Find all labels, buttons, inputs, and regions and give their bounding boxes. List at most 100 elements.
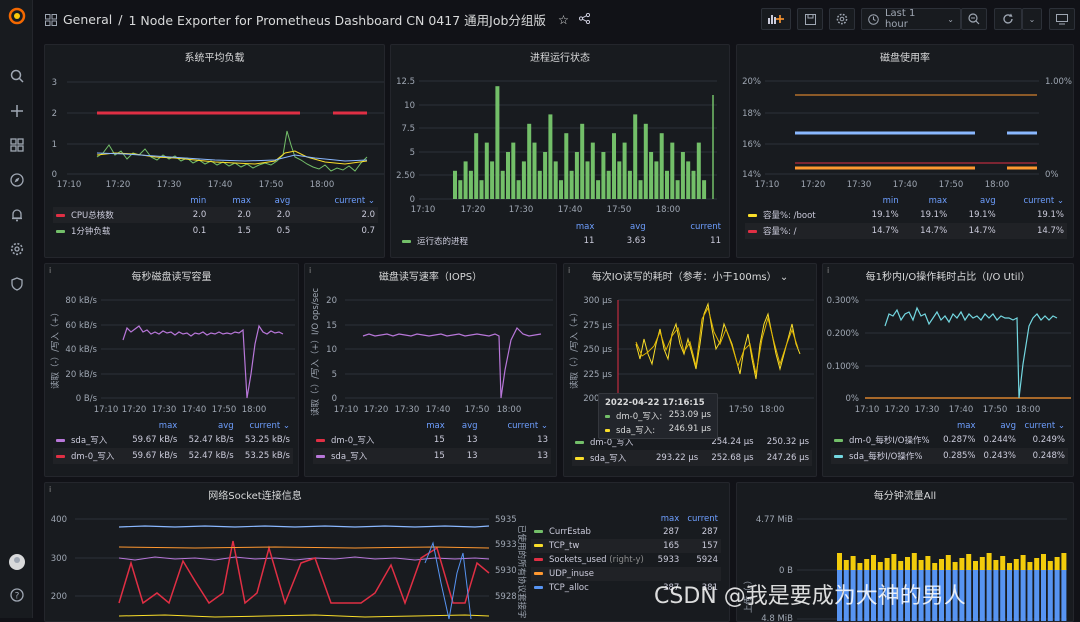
process-bar bbox=[574, 152, 579, 199]
process-states-chart[interactable]: 12.5 10 7.5 5 2.50 0 17:10 17:20 17:30 1… bbox=[391, 65, 730, 225]
x-tick: 18:00 bbox=[985, 180, 1010, 190]
legend-row[interactable]: CurrEstab 287 287 bbox=[531, 525, 721, 539]
star-icon[interactable]: ☆ bbox=[558, 12, 569, 27]
process-bar bbox=[612, 133, 616, 199]
traffic-bar bbox=[1034, 570, 1040, 621]
iops-legend: max avg current ⌄ dm-0_写入 15 13 13 sda_写入 15 13… bbox=[313, 420, 551, 464]
iops-chart[interactable]: 读取（-）/写入（+）I/O ops/sec 20 15 10 5 0 17:1… bbox=[305, 284, 557, 419]
traffic-bar bbox=[1020, 570, 1026, 621]
disk-rw-chart[interactable]: 读取（-）/写入（+） 80 kB/s 60 kB/s 40 kB/s 20 k… bbox=[45, 284, 299, 419]
panel-title[interactable]: 每秒磁盘读写容量 bbox=[45, 268, 298, 283]
legend-row[interactable]: 1分钟负载 0.1 1.5 0.5 0.7 bbox=[53, 223, 378, 239]
breadcrumb-folder[interactable]: General bbox=[63, 12, 112, 27]
save-dashboard-button[interactable] bbox=[797, 8, 823, 30]
legend-row[interactable]: dm-0_写入 59.67 kB/s 52.47 kB/s 53.25 kB/s bbox=[53, 448, 293, 464]
traffic-bar bbox=[837, 553, 842, 570]
y2-axis-label: 已使用的所有协议套接字 bbox=[516, 525, 527, 619]
save-icon bbox=[804, 13, 816, 25]
search-icon[interactable] bbox=[0, 66, 33, 86]
traffic-bar bbox=[850, 556, 856, 570]
legend-row[interactable]: sda_每秒I/O操作% 0.285% 0.243% 0.248% bbox=[831, 448, 1068, 464]
process-bar bbox=[569, 170, 574, 199]
y-tick: 0 B/s bbox=[76, 394, 98, 404]
panel-title[interactable]: 进程运行状态 bbox=[391, 49, 729, 64]
panel-title[interactable]: 网络Socket连接信息 bbox=[45, 487, 465, 502]
legend-row[interactable]: Sockets_used (right-y) 5933 5924 bbox=[531, 553, 721, 567]
y-axis-label: 读取（-）/写入（+） bbox=[569, 308, 580, 389]
legend-row[interactable]: TCP_tw 165 157 bbox=[531, 539, 721, 553]
chevron-down-icon: ⌄ bbox=[1028, 14, 1036, 24]
legend-row[interactable]: 容量%: /boot 19.1% 19.1% 19.1% 19.1% bbox=[745, 207, 1067, 223]
time-range-picker[interactable]: Last 1 hour ⌄ bbox=[861, 8, 961, 30]
help-icon[interactable]: ? bbox=[0, 585, 33, 605]
legend-row[interactable]: dm-0_每秒I/O操作% 0.287% 0.244% 0.249% bbox=[831, 432, 1068, 448]
process-bar bbox=[675, 180, 680, 199]
panel-title[interactable]: 磁盘使用率 bbox=[737, 49, 1073, 64]
legend-header: current bbox=[687, 514, 718, 524]
grafana-logo-icon[interactable] bbox=[0, 6, 33, 26]
traffic-bar bbox=[959, 558, 965, 570]
traffic-bar bbox=[864, 559, 870, 570]
y-tick: 14% bbox=[742, 170, 761, 180]
traffic-bar bbox=[1047, 561, 1053, 570]
traffic-bar bbox=[884, 558, 890, 570]
avatar[interactable] bbox=[0, 552, 33, 572]
legend-header[interactable]: current ⌄ bbox=[481, 420, 551, 432]
process-bar bbox=[617, 161, 622, 199]
dashboards-icon[interactable] bbox=[0, 135, 33, 155]
process-bar bbox=[633, 114, 638, 199]
traffic-bar bbox=[932, 563, 938, 570]
legend-header[interactable]: current ⌄ bbox=[1019, 420, 1068, 432]
x-tick: 18:00 bbox=[760, 405, 785, 415]
legend-row[interactable]: sda_写入 15 13 13 bbox=[313, 448, 551, 464]
disk-usage-chart[interactable]: 20% 18% 16% 14% 1.00% 0% 17:10 17:20 17:… bbox=[737, 65, 1074, 195]
panel-title[interactable]: 每1秒内I/O操作耗时占比（I/O Util） bbox=[823, 268, 1073, 283]
legend-row[interactable]: sda_写入 293.22 µs 252.68 µs 247.26 µs bbox=[572, 450, 812, 466]
y-tick: 40 kB/s bbox=[65, 345, 97, 355]
legend-row[interactable]: CPU总核数 2.0 2.0 2.0 2.0 bbox=[53, 207, 378, 223]
process-bar bbox=[468, 170, 473, 199]
share-icon[interactable] bbox=[579, 12, 591, 27]
panel-title[interactable]: 每分钟流量All bbox=[737, 487, 1073, 502]
traffic-bar bbox=[973, 561, 978, 570]
io-util-chart[interactable]: 0.300% 0.200% 0.100% 0% 17:10 17:20 17:3… bbox=[823, 284, 1074, 419]
explore-compass-icon[interactable] bbox=[0, 170, 33, 190]
add-panel-button[interactable] bbox=[761, 8, 791, 30]
tv-mode-button[interactable] bbox=[1049, 8, 1075, 30]
alerting-bell-icon[interactable] bbox=[0, 205, 33, 225]
legend-header[interactable]: current ⌄ bbox=[293, 195, 378, 207]
dashboard-settings-button[interactable] bbox=[829, 8, 855, 30]
y-tick: 0 bbox=[410, 195, 415, 205]
traffic-bar bbox=[979, 570, 985, 621]
legend-header: current bbox=[690, 222, 721, 232]
y-tick: 275 µs bbox=[583, 321, 612, 331]
traffic-bar bbox=[1027, 562, 1033, 570]
legend-row[interactable]: sda_写入 59.67 kB/s 52.47 kB/s 53.25 kB/s bbox=[53, 432, 293, 448]
panel-title[interactable]: 磁盘读写速率（IOPS） bbox=[305, 268, 556, 283]
shield-icon[interactable] bbox=[0, 274, 33, 294]
x-tick: 17:30 bbox=[152, 405, 177, 415]
x-tick: 17:30 bbox=[157, 180, 182, 190]
legend-header[interactable]: current ⌄ bbox=[999, 195, 1067, 207]
panel-title[interactable]: 每次IO读写的耗时（参考：小于100ms） ⌄ bbox=[564, 268, 816, 283]
sockets-chart[interactable]: 400 300 200 5935 5933 5930 5928 已使用的所有协议… bbox=[45, 503, 531, 622]
settings-gear-icon[interactable] bbox=[0, 239, 33, 259]
panel-title[interactable]: 系统平均负载 bbox=[45, 49, 384, 64]
x-tick: 17:50 bbox=[939, 180, 964, 190]
chevron-down-icon[interactable]: ⌄ bbox=[780, 272, 788, 283]
legend-header[interactable]: current ⌄ bbox=[237, 420, 293, 432]
plus-icon[interactable] bbox=[0, 101, 33, 121]
refresh-interval-dropdown[interactable]: ⌄ bbox=[1022, 8, 1042, 30]
x-tick: 17:40 bbox=[426, 405, 451, 415]
panel-io-latency: i 每次IO读写的耗时（参考：小于100ms） ⌄ 读取（-）/写入（+） 30… bbox=[563, 263, 817, 477]
legend-row[interactable]: 运行态的进程 11 3.63 11 bbox=[399, 233, 724, 249]
system-load-chart[interactable]: 3 2 1 0 17:10 17:20 17:30 17:40 17:50 18… bbox=[45, 65, 385, 215]
legend-row[interactable]: dm-0_写入 15 13 13 bbox=[313, 432, 551, 448]
legend-row[interactable]: 容量%: /14.7% 14.7% 14.7% 14.7% bbox=[745, 223, 1067, 239]
legend-header: max bbox=[158, 421, 178, 431]
dashboard-title[interactable]: 1 Node Exporter for Prometheus Dashboard… bbox=[128, 10, 545, 29]
refresh-button[interactable] bbox=[994, 8, 1022, 30]
zoom-out-button[interactable] bbox=[961, 8, 987, 30]
dashboards-grid-icon bbox=[45, 13, 57, 26]
y-tick: 10 bbox=[404, 101, 415, 111]
